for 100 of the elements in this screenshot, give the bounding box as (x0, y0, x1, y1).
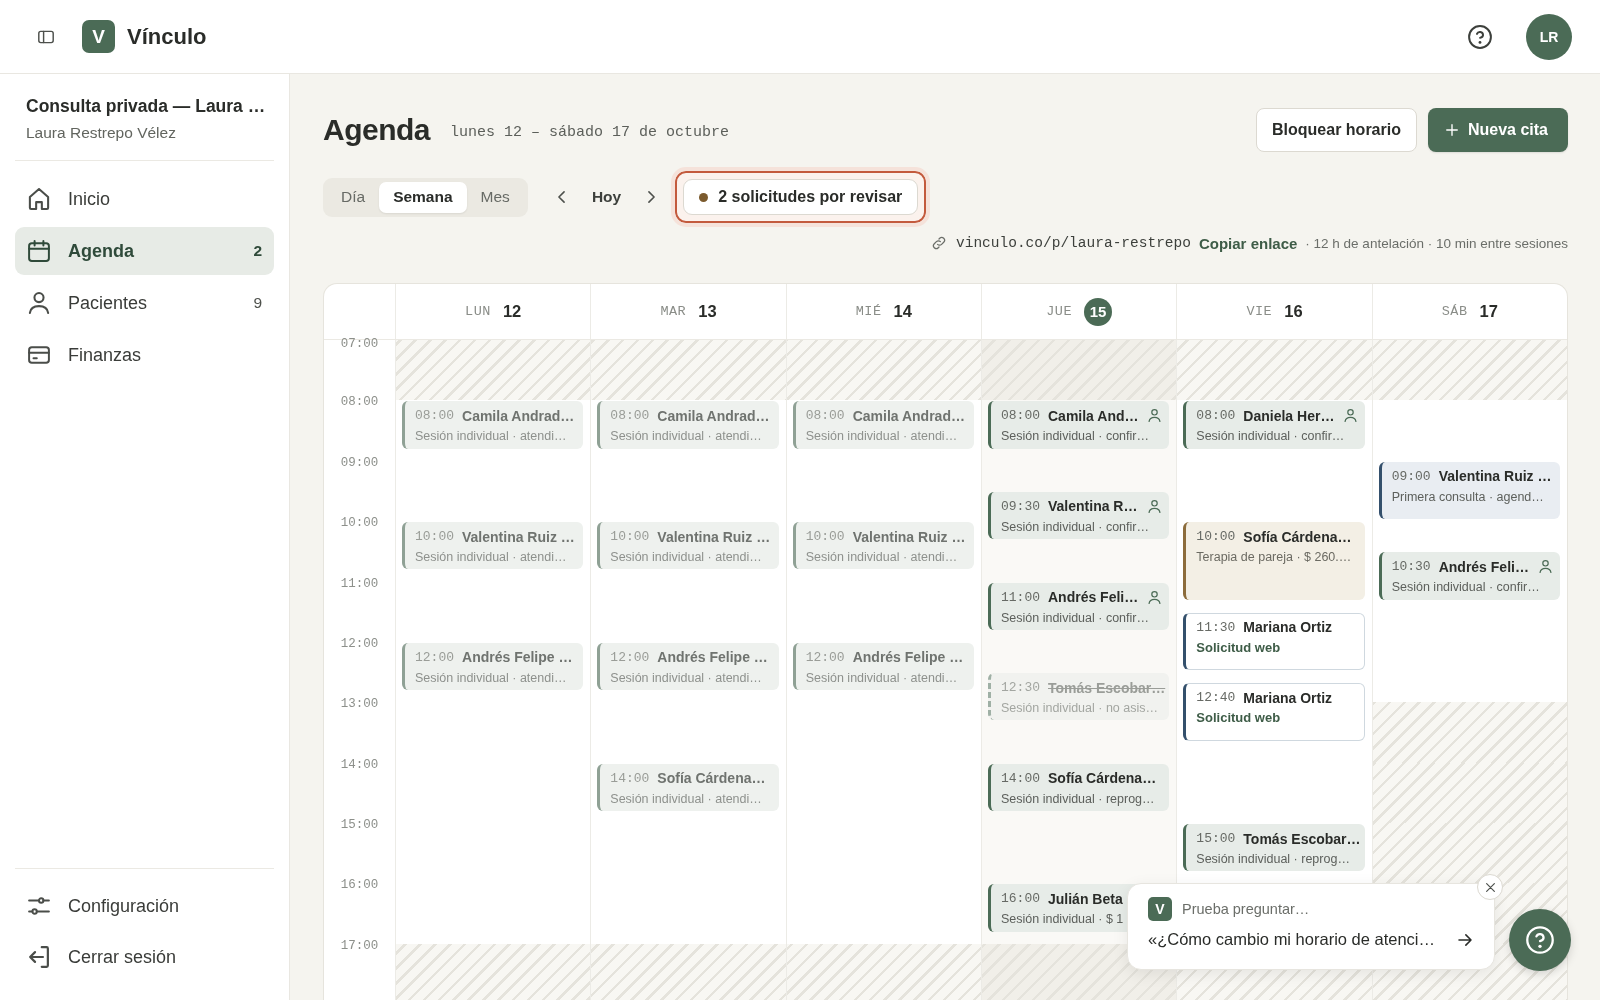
appointment-details: Sesión individual · no asis… (1001, 700, 1159, 717)
appointment-time: 12:00 (805, 649, 845, 665)
appointment-card[interactable]: 10:00 Valentina Ruiz … Sesión individual · atendi… (597, 522, 779, 570)
appointment-card[interactable]: 08:00 Camila Andrad… Sesión individual · atendi… (402, 401, 584, 449)
sidebar-panel-icon (38, 29, 54, 44)
appointment-card[interactable]: 08:00 Camila Andrad… Sesión individual · atendi… (792, 401, 974, 449)
nav-item[interactable]: Cerrar sesión (15, 933, 274, 981)
day-number[interactable]: 17 (1479, 302, 1498, 321)
patient-name: Valentina R… (1048, 498, 1138, 515)
appointment-time: 09:30 (1001, 498, 1040, 514)
patient-name: Camila Andrad… (852, 407, 965, 424)
block-time-button[interactable]: Bloquear horario (1256, 108, 1417, 152)
person-icon (1539, 560, 1552, 574)
patient-name: Andrés Felipe … (657, 649, 768, 666)
appointment-details: Sesión individual · confir… (1001, 518, 1150, 535)
appointment-time: 08:00 (415, 408, 454, 424)
patient-name: Valentina Ruiz … (852, 528, 966, 545)
appointment-time: 12:00 (415, 649, 454, 665)
patient-name: Valentina Ruiz … (1438, 468, 1552, 485)
appointment-card[interactable]: 10:00 Sofía Cárdena… Terapia de pareja · $ 260.… (1183, 522, 1365, 600)
appointment-time: 08:00 (610, 408, 650, 424)
patient-name: Mariana Ortiz (1243, 689, 1333, 706)
day-number[interactable]: 16 (1284, 302, 1303, 321)
appointment-details: Sesión individual · atendi… (805, 669, 959, 686)
appointment-time: 09:00 (1391, 468, 1431, 484)
appointment-details: Sesión individual · confir… (1391, 579, 1541, 596)
new-appointment-button[interactable]: Nueva cita (1427, 108, 1568, 152)
appointment-card[interactable]: 15:00 Tomás Escobar… Sesión individual · reprog… (1183, 824, 1365, 872)
appointment-details: Solicitud web (1196, 639, 1282, 656)
appointment-card[interactable]: 08:00 Camila And… Sesión individual · confir… (988, 401, 1170, 449)
date-range: lunes 12 – sábado 17 de octubre (450, 123, 730, 141)
day-number[interactable]: 12 (502, 302, 522, 321)
home-icon (28, 188, 50, 210)
appointment-time: 12:00 (610, 649, 650, 665)
tip-hint: Prueba preguntar… (1182, 901, 1310, 917)
weekday-label: SÁB (1441, 304, 1468, 319)
sidebar-toggle-button[interactable] (38, 29, 54, 44)
day-number[interactable]: 13 (698, 302, 717, 321)
appointment-card[interactable]: 08:00 Camila Andrad… Sesión individual · atendi… (597, 401, 779, 449)
hour-label: 08:00 (340, 394, 379, 411)
appointment-card[interactable]: 10:30 Andrés Feli… Sesión individual · confir… (1378, 552, 1560, 600)
weekday-label: JUE (1046, 304, 1073, 319)
weekday-label: VIE (1246, 304, 1273, 319)
hour-label: 17:00 (340, 937, 379, 954)
patient-name: Tomás Escobar… (1048, 679, 1166, 696)
nav-item[interactable]: Configuración (15, 882, 274, 930)
link-icon (932, 236, 946, 250)
appointment-card[interactable]: 14:00 Sofía Cárdena… Sesión individual · reprog… (988, 763, 1170, 811)
user-avatar[interactable]: LR (1526, 13, 1572, 60)
suggested-question-button[interactable]: «¿Cómo cambio mi horario de atenci… (1148, 930, 1472, 949)
help-icon (1526, 926, 1554, 954)
chevron-right-icon (647, 191, 655, 203)
person-icon (1148, 409, 1162, 423)
appointment-card[interactable]: 08:00 Daniela Her… Sesión individual · confir… (1183, 401, 1365, 449)
appointment-time: 10:00 (610, 529, 650, 545)
view-tab[interactable]: Mes (466, 181, 524, 213)
appointment-details: Sesión individual · confir… (1001, 428, 1150, 445)
appointment-time: 08:00 (1196, 408, 1236, 424)
view-tab[interactable]: Semana (379, 181, 467, 213)
today-date-badge[interactable]: 15 (1084, 297, 1113, 326)
help-button[interactable] (1468, 24, 1492, 49)
appointment-card[interactable]: 10:00 Valentina Ruiz … Sesión individual · atendi… (402, 522, 584, 570)
appointment-card[interactable]: 09:00 Valentina Ruiz … Primera consulta · agend… (1378, 461, 1560, 520)
appointment-card[interactable]: 14:00 Sofía Cárdena… Sesión individual · atendi… (597, 763, 779, 811)
appointment-card[interactable]: 09:30 Valentina R… Sesión individual · confir… (988, 491, 1170, 540)
plus-icon (1445, 124, 1458, 136)
copy-link-button[interactable]: Copiar enlace (1198, 234, 1298, 252)
arrow-right-icon (1458, 933, 1472, 946)
status-dot-icon (699, 192, 709, 202)
patient-name: Andrés Felipe … (462, 649, 573, 666)
nav-item[interactable]: Finanzas (15, 331, 274, 379)
close-icon (1485, 882, 1495, 892)
appointment-time: 10:00 (1196, 529, 1236, 545)
today-button[interactable]: Hoy (581, 182, 632, 212)
appointment-time: 14:00 (610, 770, 650, 786)
appointment-card[interactable]: 10:00 Valentina Ruiz … Sesión individual · atendi… (792, 522, 974, 570)
calendar-icon (28, 240, 50, 262)
nav-item[interactable]: Pacientes 9 (15, 279, 274, 327)
day-number[interactable]: 14 (893, 302, 912, 321)
nav-item[interactable]: Inicio (15, 175, 274, 223)
appointment-details: Sesión individual · atendi… (805, 428, 959, 445)
appointment-card[interactable]: 12:00 Andrés Felipe … Sesión individual · atendi… (792, 642, 974, 691)
appointment-card[interactable]: 11:00 Andrés Feli… Sesión individual · confir… (988, 582, 1170, 630)
hour-label: 10:00 (340, 515, 379, 532)
view-tab[interactable]: Día (327, 181, 380, 213)
chevron-left-icon (558, 191, 566, 203)
hour-label: 09:00 (340, 454, 379, 471)
appointment-card[interactable]: 11:30 Mariana Ortiz Solicitud web (1183, 612, 1365, 671)
person-icon (1343, 409, 1357, 423)
nav-item[interactable]: Agenda 2 (15, 227, 274, 275)
appointment-card[interactable]: 12:40 Mariana Ortiz Solicitud web (1183, 683, 1365, 741)
appointment-card[interactable]: 12:00 Andrés Felipe … Sesión individual · atendi… (402, 642, 584, 691)
appointment-time: 08:00 (805, 408, 845, 424)
booking-url: vinculo.co/p/laura-restrepo (956, 235, 1191, 251)
credit-card-icon (28, 344, 50, 366)
hour-label: 13:00 (340, 696, 379, 713)
appointment-card[interactable]: 12:00 Andrés Felipe … Sesión individual · atendi… (597, 642, 779, 691)
pending-requests-button[interactable]: 2 solicitudes por revisar (683, 179, 919, 215)
appointment-details: Primera consulta · agend… (1391, 488, 1545, 505)
appointment-details: Sesión individual · atendi… (610, 549, 763, 566)
